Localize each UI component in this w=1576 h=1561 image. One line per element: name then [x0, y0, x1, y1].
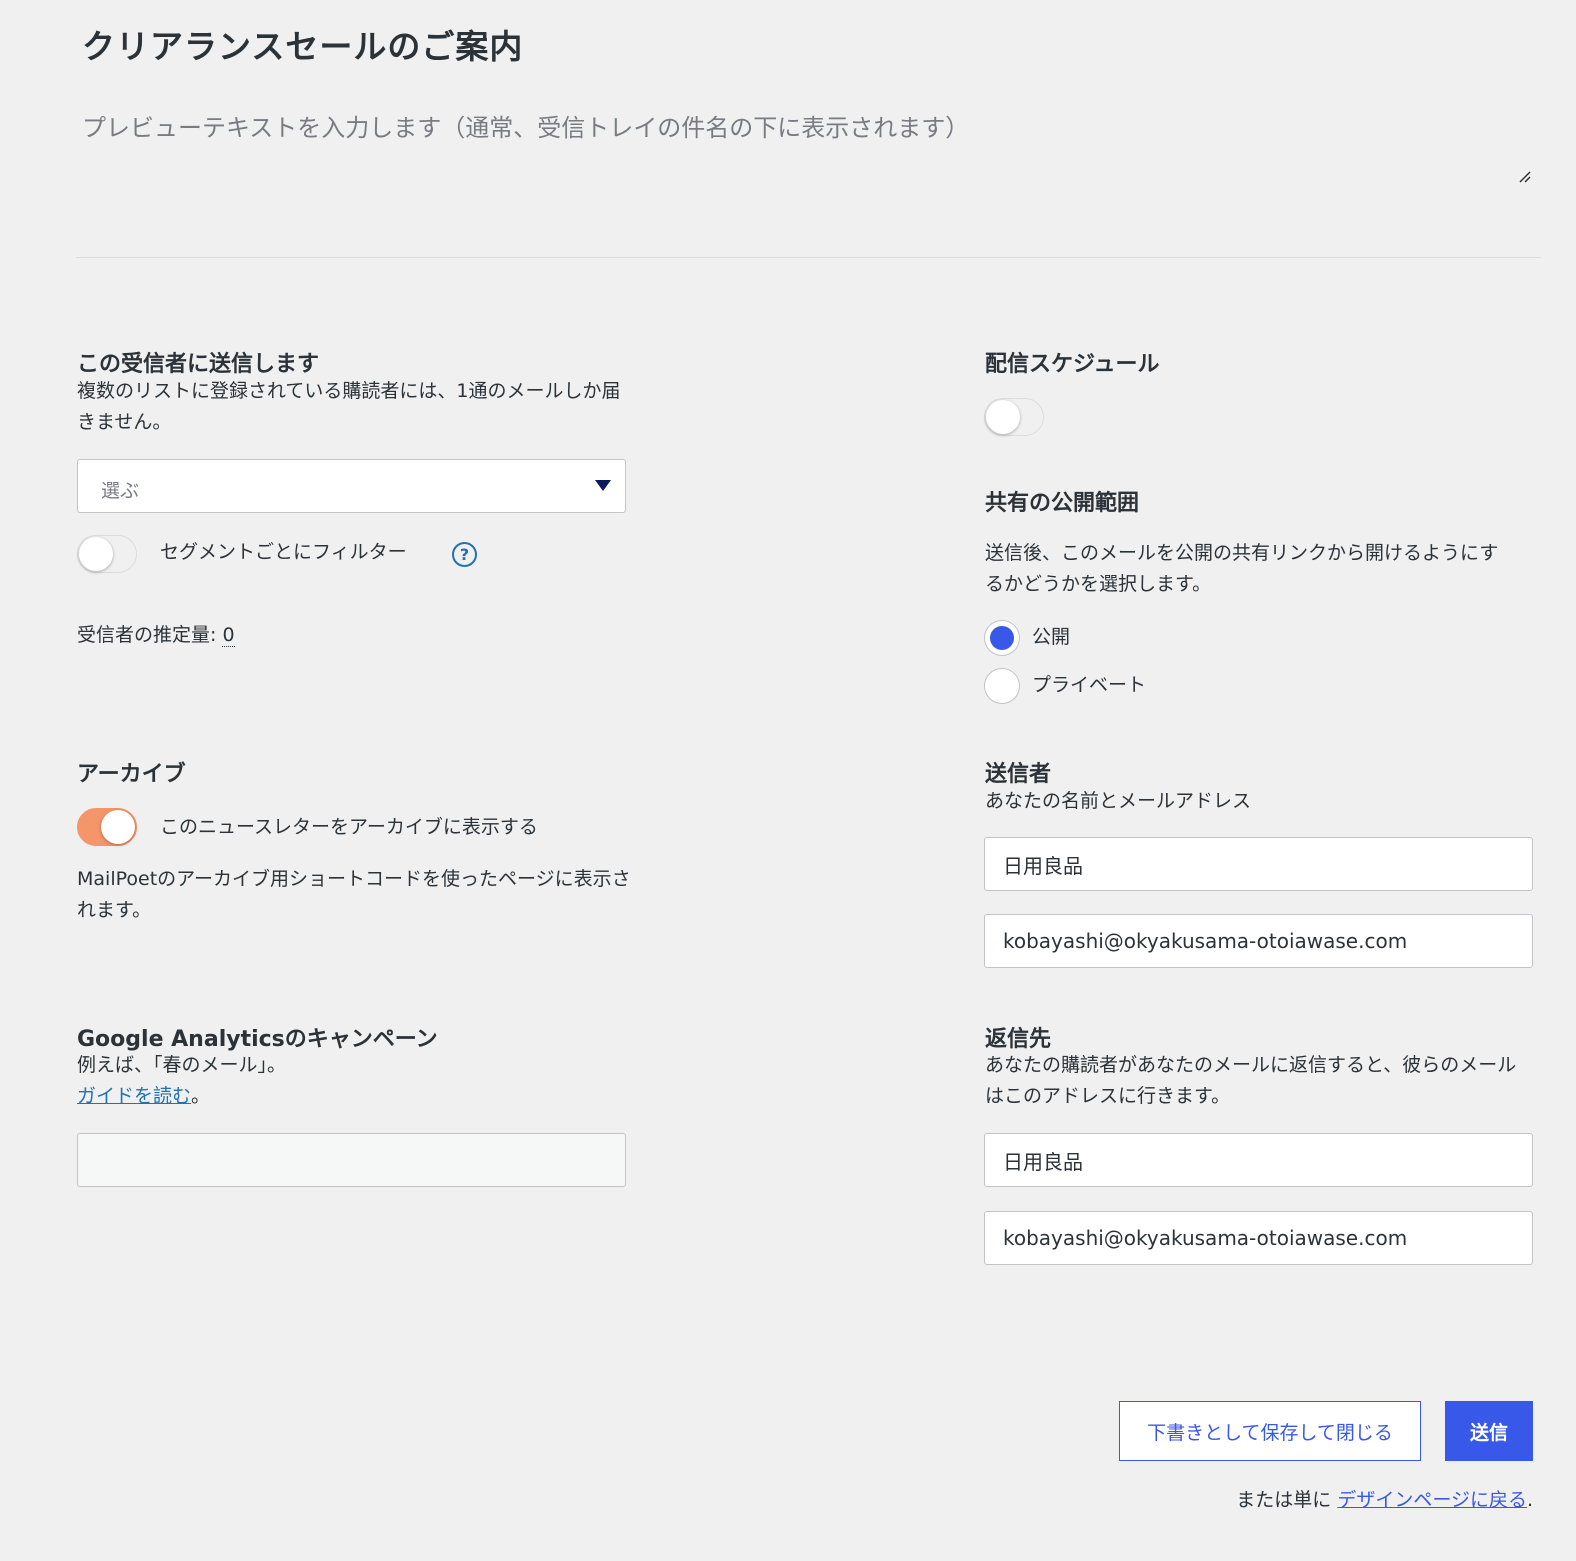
segment-filter-label: セグメントごとにフィルター	[160, 541, 407, 563]
help-icon[interactable]: ?	[452, 542, 477, 567]
divider	[76, 257, 1541, 258]
reply-to-heading: 返信先	[985, 1027, 1052, 1052]
list-select-placeholder: 選ぶ	[101, 480, 140, 502]
recipient-estimate-label: 受信者の推定量:	[77, 624, 217, 646]
reply-to-description: あなたの購読者があなたのメールに返信すると、彼らのメールはこのアドレスに行きます…	[985, 1054, 1517, 1107]
schedule-heading: 配信スケジュール	[985, 352, 1160, 377]
sender-heading: 送信者	[985, 762, 1052, 787]
send-button[interactable]: 送信	[1445, 1401, 1533, 1461]
footer-note: または単に デザインページに戻る.	[1236, 1485, 1533, 1516]
analytics-guide: ガイドを読む。	[77, 1081, 210, 1112]
archive-heading: アーカイブ	[77, 762, 186, 787]
recipient-estimate: 受信者の推定量: 0	[77, 620, 235, 651]
preview-text-input[interactable]: プレビューテキストを入力します（通常、受信トレイの件名の下に表示されます）	[82, 108, 1542, 194]
archive-toggle-label: このニュースレターをアーカイブに表示する	[160, 816, 538, 838]
reply-to-email-input[interactable]	[984, 1211, 1533, 1265]
segment-filter-toggle[interactable]	[77, 535, 137, 573]
chevron-down-icon	[595, 480, 611, 491]
back-to-design-link[interactable]: デザインページに戻る	[1337, 1489, 1527, 1511]
recipient-estimate-value: 0	[222, 624, 235, 647]
newsletter-subject[interactable]: クリアランスセールのご案内	[82, 20, 523, 68]
analytics-description: 例えば、「春のメール」。	[77, 1054, 287, 1076]
resize-handle-icon[interactable]	[1518, 170, 1532, 184]
archive-toggle[interactable]	[77, 808, 137, 846]
sender-name-input[interactable]	[984, 837, 1533, 891]
visibility-public-label: 公開	[1032, 626, 1071, 648]
visibility-description: 送信後、このメールを公開の共有リンクから開けるようにするかどうかを選択します。	[985, 542, 1499, 595]
visibility-private-radio[interactable]	[984, 668, 1020, 704]
visibility-public-radio[interactable]	[984, 620, 1020, 656]
footer-suffix: .	[1526, 1489, 1533, 1511]
sender-email-input[interactable]	[984, 914, 1533, 968]
save-draft-button[interactable]: 下書きとして保存して閉じる	[1119, 1401, 1421, 1461]
visibility-heading: 共有の公開範囲	[985, 491, 1140, 516]
visibility-private-label: プライベート	[1032, 674, 1147, 696]
analytics-heading: Google Analyticsのキャンペーン	[77, 1027, 438, 1052]
guide-link[interactable]: ガイドを読む	[77, 1085, 191, 1107]
guide-suffix: 。	[191, 1085, 211, 1107]
list-select[interactable]: 選ぶ	[77, 459, 626, 513]
schedule-toggle[interactable]	[984, 398, 1044, 436]
recipients-description: 複数のリストに登録されている購読者には、1通のメールしか届きません。	[77, 380, 621, 433]
sender-description: あなたの名前とメールアドレス	[985, 790, 1252, 812]
toggle-knob	[79, 537, 113, 571]
toggle-knob	[101, 810, 135, 844]
analytics-campaign-input[interactable]	[77, 1133, 626, 1187]
reply-to-name-input[interactable]	[984, 1133, 1533, 1187]
archive-description: MailPoetのアーカイブ用ショートコードを使ったページに表示されます。	[77, 868, 631, 921]
recipients-heading: この受信者に送信します	[77, 352, 320, 377]
footer-prefix: または単に	[1236, 1489, 1332, 1511]
toggle-knob	[986, 400, 1020, 434]
